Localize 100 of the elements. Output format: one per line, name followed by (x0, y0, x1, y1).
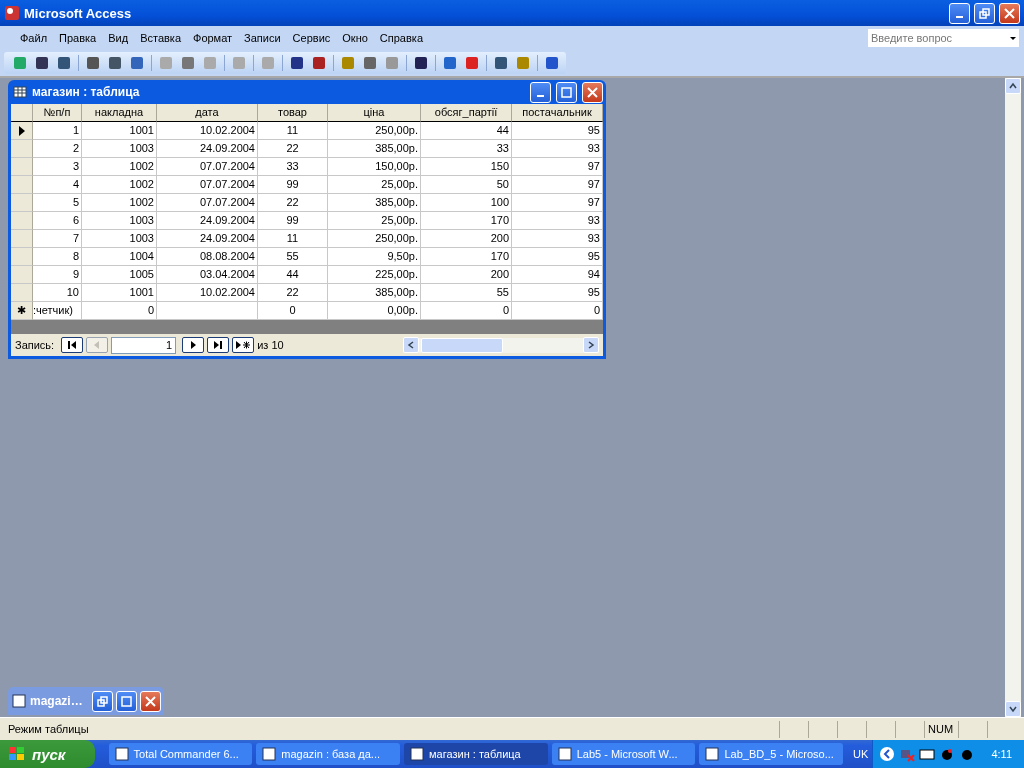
table-cell: 33 (258, 158, 328, 176)
first-record-button[interactable] (61, 337, 84, 353)
minimize-icon (537, 95, 544, 97)
table-cell: 93 (512, 140, 603, 158)
new-row-marker: ✱ (11, 302, 33, 320)
minimize-button[interactable] (949, 2, 970, 24)
table-cell: 10.02.2004 (157, 122, 258, 140)
table-cell: 200 (421, 230, 512, 248)
scroll-right-icon (587, 341, 595, 349)
table-cell: 07.07.2004 (157, 194, 258, 212)
menu-item[interactable]: Правка (53, 30, 103, 46)
table-cell: 225,00р. (328, 266, 421, 284)
table-cell: 99 (258, 176, 328, 194)
next-record-button[interactable] (182, 337, 205, 353)
vertical-scrollbar[interactable] (1005, 78, 1021, 717)
column-header[interactable]: ціна (328, 104, 421, 122)
column-header[interactable]: постачальник (512, 104, 603, 122)
table-cell: 150 (421, 158, 512, 176)
taskbar-button[interactable]: Lab5 - Microsoft W... (551, 743, 696, 765)
table-cell: 97 (512, 176, 603, 194)
clock: 4:11 (991, 748, 1012, 760)
column-header[interactable]: накладна (82, 104, 157, 122)
minimize-button[interactable] (530, 81, 551, 103)
menu-item[interactable]: Записи (238, 30, 287, 46)
close-button[interactable] (140, 690, 161, 712)
table-cell: 33 (421, 140, 512, 158)
table-cell: 24.09.2004 (157, 212, 258, 230)
table-cell: 4 (33, 176, 82, 194)
window-icon (705, 747, 720, 761)
menu-item[interactable]: Вид (102, 30, 135, 46)
table-icon (13, 86, 27, 98)
table-cell: 170 (421, 212, 512, 230)
maximize-button[interactable] (556, 81, 577, 103)
table-cell: 93 (512, 230, 603, 248)
table-window-title: магазин : таблица (32, 85, 141, 99)
table-cell: 1002 (82, 194, 157, 212)
table-cell: 24.09.2004 (157, 230, 258, 248)
scroll-left-icon (407, 341, 415, 349)
table-cell: 07.07.2004 (157, 158, 258, 176)
row-selector[interactable] (11, 122, 33, 140)
table-cell: 97 (512, 194, 603, 212)
table-cell: 07.07.2004 (157, 176, 258, 194)
last-record-button[interactable] (207, 337, 230, 353)
window-icon (410, 747, 424, 761)
table-cell: 385,00р. (328, 140, 421, 158)
record-number-field[interactable]: 1 (111, 336, 177, 354)
table-cell: 3 (33, 158, 82, 176)
record-count: из 10 (257, 339, 284, 351)
maximize-button[interactable] (116, 690, 137, 712)
taskbar-button[interactable]: магазин : таблица (404, 743, 548, 765)
restore-button[interactable] (92, 690, 113, 712)
minimize-icon (956, 16, 963, 18)
menu-item[interactable]: Сервис (286, 30, 337, 46)
column-header[interactable]: обсяг_партії (421, 104, 512, 122)
menu-item[interactable]: Файл (14, 30, 54, 46)
table-cell: 1001 (82, 284, 157, 302)
table-cell: 22 (258, 284, 328, 302)
table-cell: 25,00р. (328, 212, 421, 230)
column-header[interactable]: №п/п (33, 104, 82, 122)
taskbar-button[interactable]: Total Commander 6... (108, 743, 253, 765)
table-cell: 22 (258, 194, 328, 212)
table-cell: 95 (512, 122, 603, 140)
close-button[interactable] (999, 2, 1020, 24)
menu-item[interactable]: Справка (373, 30, 429, 46)
close-button[interactable] (582, 81, 603, 103)
language-indicator[interactable]: UK (853, 748, 869, 760)
help-search-field[interactable]: Введите вопрос (867, 28, 1020, 48)
new-record-button[interactable] (232, 337, 255, 353)
num-lock-indicator: NUM (924, 720, 958, 738)
table-cell: 25,00р. (328, 176, 421, 194)
column-header[interactable]: дата (157, 104, 258, 122)
table-cell: 99 (258, 212, 328, 230)
status-text: Режим таблицы (7, 723, 90, 735)
column-header[interactable]: товар (258, 104, 328, 122)
menu-item[interactable]: Вставка (134, 30, 187, 46)
scroll-up-icon (1009, 82, 1017, 90)
taskbar-button[interactable]: Lab_BD_5 - Microso... (699, 743, 844, 765)
maximize-icon (121, 695, 132, 707)
taskbar-button[interactable]: magazin : база да... (256, 743, 400, 765)
menu-item[interactable]: Окно (336, 30, 374, 46)
table-cell: 1002 (82, 176, 157, 194)
table-cell: 03.04.2004 (157, 266, 258, 284)
table-cell: 170 (421, 248, 512, 266)
scroll-down-icon (1009, 705, 1017, 713)
table-cell: 50 (421, 176, 512, 194)
table-cell: 5 (33, 194, 82, 212)
table-cell: 385,00р. (328, 284, 421, 302)
menu-item[interactable]: Формат (187, 30, 239, 46)
chevron-left-icon (879, 746, 896, 762)
select-all-corner[interactable] (11, 104, 33, 122)
restore-icon (979, 7, 990, 19)
start-button[interactable]: пуск (0, 740, 95, 768)
restore-button[interactable] (974, 2, 995, 24)
horizontal-scrollbar[interactable] (403, 337, 599, 353)
table-cell: 08.08.2004 (157, 248, 258, 266)
table-cell: 97 (512, 158, 603, 176)
table-cell: 9,50р. (328, 248, 421, 266)
close-icon (145, 695, 156, 707)
table-cell: 1 (33, 122, 82, 140)
table-cell: 250,00р. (328, 230, 421, 248)
